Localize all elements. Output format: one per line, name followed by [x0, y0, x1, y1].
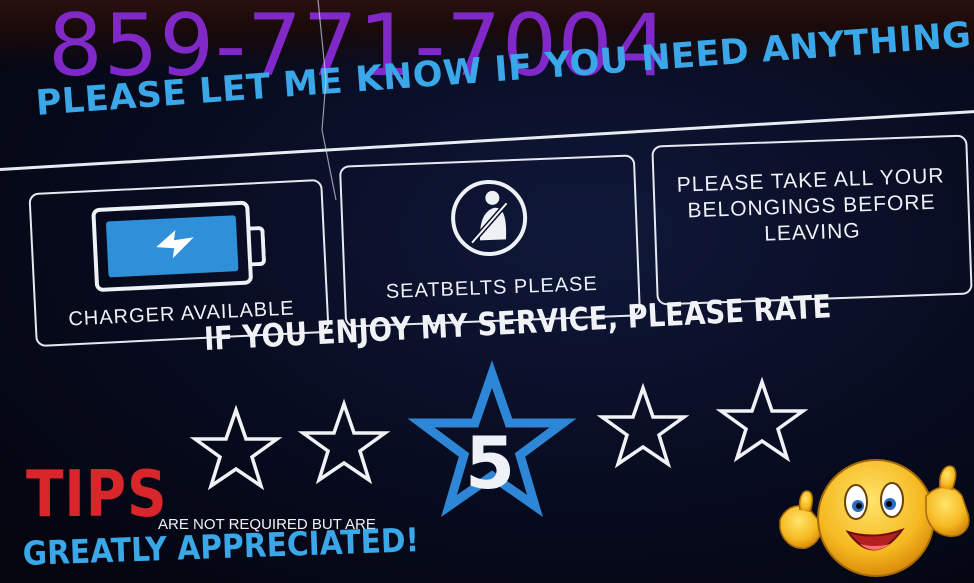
tips-heading: TIPS	[26, 458, 168, 532]
star-icon-2	[297, 398, 391, 485]
star-icon-1	[189, 404, 283, 491]
highlighted-star-value: 5	[465, 421, 515, 505]
thumbs-up-emoji-icon	[779, 459, 970, 577]
rideshare-sign: 859-771-7004 PLEASE LET ME KNOW IF YOU N…	[0, 0, 974, 583]
star-icon-4	[596, 382, 690, 469]
